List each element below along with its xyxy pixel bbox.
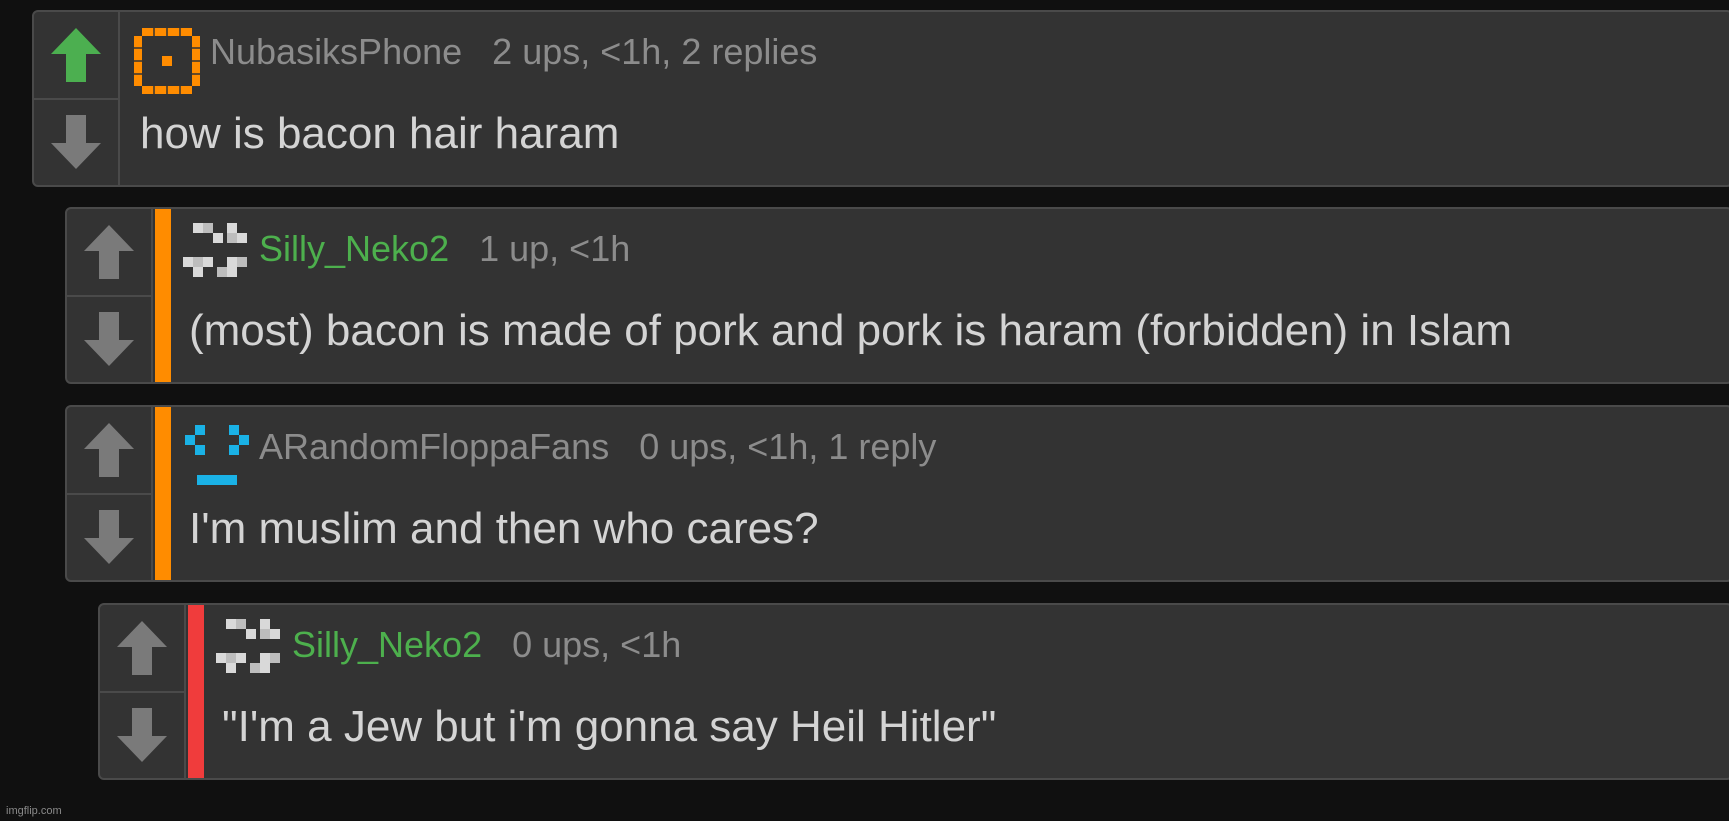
down-arrow-icon [117,708,167,762]
downvote-button[interactable] [100,692,184,778]
down-arrow-icon [51,115,101,169]
blue-face-avatar-icon[interactable] [183,419,253,494]
comment-meta: 0 ups, <1h [512,624,682,665]
comment: ARandomFloppaFans 0 ups, <1h, 1 reply I'm… [65,405,1729,582]
thread-indicator [155,407,171,580]
up-arrow-icon [117,621,167,675]
vote-column [34,12,120,185]
up-arrow-icon [84,423,134,477]
comment: Silly_Neko2 0 ups, <1h "I'm a Jew but i'm… [98,603,1729,780]
vote-column [67,407,153,580]
comment-header: Silly_Neko2 1 up, <1h [259,227,630,271]
comment-text: I'm muslim and then who cares? [189,504,819,553]
username-link[interactable]: Silly_Neko2 [259,228,449,269]
down-arrow-icon [84,312,134,366]
comment-text: (most) bacon is made of pork and pork is… [189,306,1513,355]
comment-header: ARandomFloppaFans 0 ups, <1h, 1 reply [259,425,936,469]
comment: NubasiksPhone 2 ups, <1h, 2 replies how i… [32,10,1729,187]
watermark: imgflip.com [6,805,62,817]
downvote-button[interactable] [34,99,118,185]
comment-text: "I'm a Jew but i'm gonna say Heil Hitler… [222,702,997,751]
comment: Silly_Neko2 1 up, <1h (most) bacon is mad… [65,207,1729,384]
downvote-button[interactable] [67,494,151,580]
vote-column [67,209,153,382]
username-link[interactable]: NubasiksPhone [210,31,462,72]
downvote-button[interactable] [67,296,151,382]
comment-meta: 1 up, <1h [479,228,631,269]
username-link[interactable]: Silly_Neko2 [292,624,482,665]
white-cross-avatar-icon[interactable] [216,617,286,692]
orange-square-avatar-icon[interactable] [134,28,200,99]
upvote-button[interactable] [67,209,151,297]
up-arrow-icon [84,225,134,279]
comment-header: NubasiksPhone 2 ups, <1h, 2 replies [210,30,817,74]
white-cross-avatar-icon[interactable] [183,221,253,296]
username-link[interactable]: ARandomFloppaFans [259,426,609,467]
upvote-button[interactable] [67,407,151,495]
up-arrow-icon [51,28,101,82]
comment-meta: 0 ups, <1h, 1 reply [639,426,937,467]
comment-text: how is bacon hair haram [140,109,620,158]
upvote-button[interactable] [34,12,118,100]
thread-indicator [188,605,204,778]
down-arrow-icon [84,510,134,564]
comment-meta: 2 ups, <1h, 2 replies [492,31,818,72]
thread-indicator [155,209,171,382]
upvote-button[interactable] [100,605,184,693]
comment-header: Silly_Neko2 0 ups, <1h [292,623,681,667]
vote-column [100,605,186,778]
